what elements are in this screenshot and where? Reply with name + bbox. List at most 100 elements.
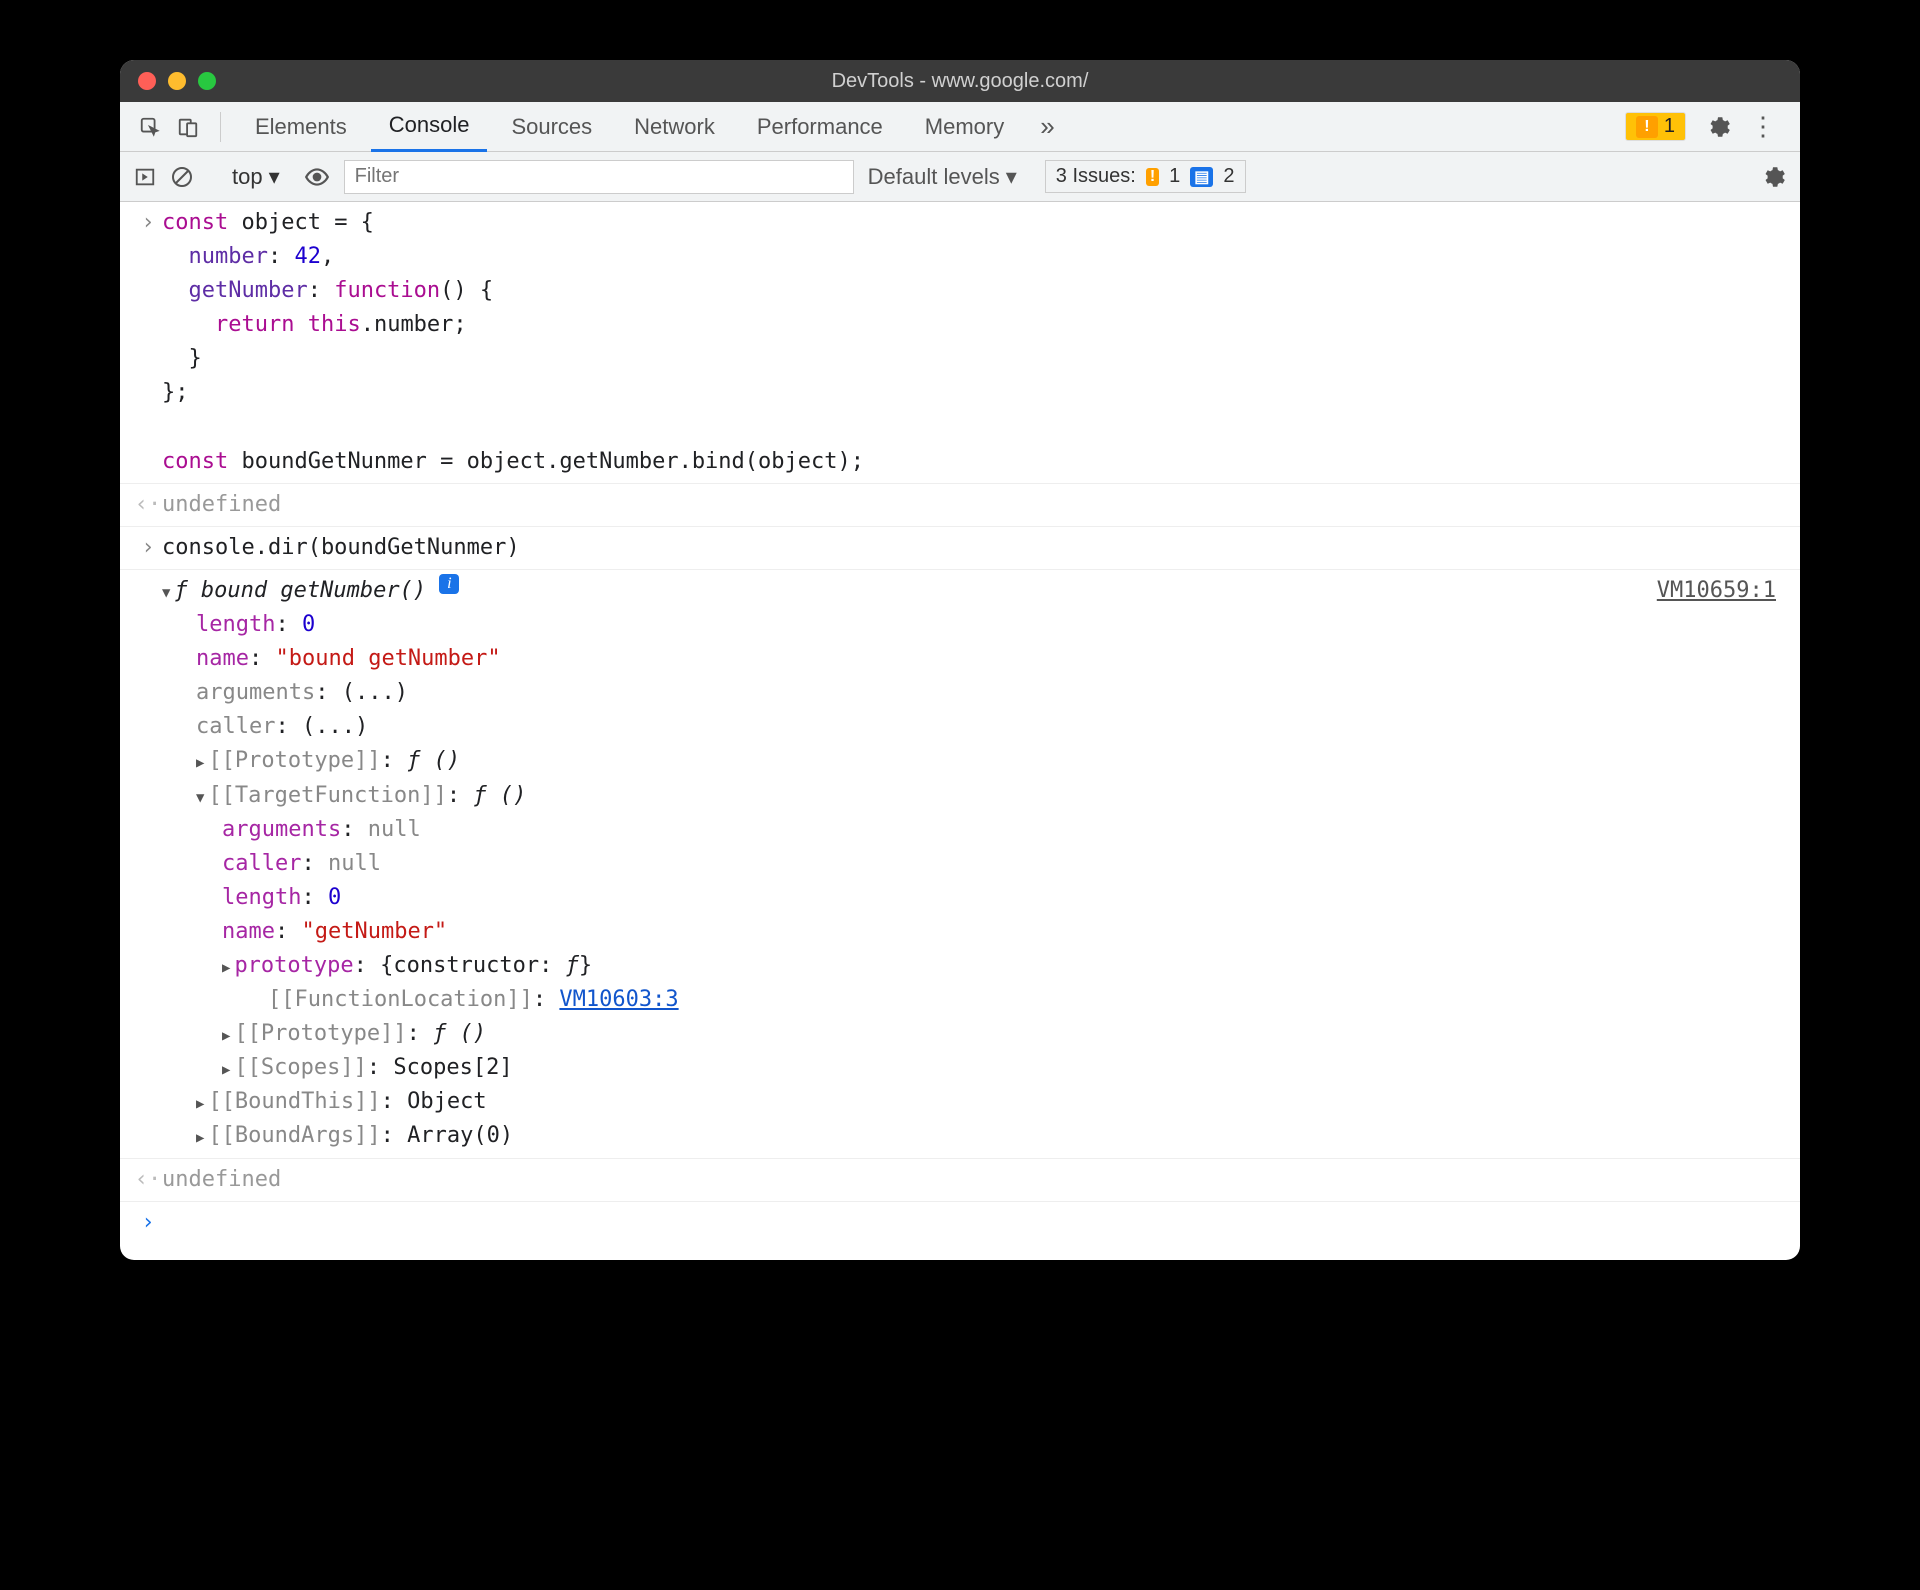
- source-link[interactable]: VM10659:1: [1657, 574, 1786, 608]
- prop-key[interactable]: [[FunctionLocation]]: [268, 987, 533, 1012]
- expand-toggle[interactable]: [222, 953, 234, 978]
- minimize-window-button[interactable]: [168, 72, 186, 90]
- info-icon: ▤: [1190, 167, 1213, 187]
- console-toolbar: top ▾ Default levels ▾ 3 Issues: ! 1 ▤ 2: [120, 152, 1800, 202]
- prop-key[interactable]: [[BoundArgs]]: [208, 1123, 380, 1148]
- prop-value[interactable]: ƒ (): [473, 783, 526, 808]
- prop-key[interactable]: arguments: [222, 817, 341, 842]
- code-entry[interactable]: console.dir(boundGetNunmer): [162, 531, 1786, 565]
- prop-value: "bound getNumber": [275, 646, 500, 671]
- prop-value: 0: [302, 612, 315, 637]
- output-marker-icon: ‹·: [134, 1163, 162, 1197]
- prop-key[interactable]: caller: [196, 714, 275, 739]
- prop-key[interactable]: prototype: [234, 953, 353, 978]
- tab-memory[interactable]: Memory: [907, 102, 1022, 152]
- levels-label: Default levels: [868, 164, 1000, 190]
- console-input-row: › const object = { number: 42, getNumber…: [120, 202, 1800, 484]
- titlebar: DevTools - www.google.com/: [120, 60, 1800, 102]
- expand-toggle[interactable]: [222, 1021, 234, 1046]
- prop-value: 0: [328, 885, 341, 910]
- settings-icon[interactable]: [1702, 111, 1734, 143]
- issues-info-count: 2: [1223, 165, 1234, 188]
- expand-toggle[interactable]: [196, 783, 208, 808]
- device-toolbar-icon[interactable]: [172, 111, 204, 143]
- prop-value[interactable]: ƒ (): [407, 748, 460, 773]
- devtools-window: DevTools - www.google.com/ Elements Cons…: [120, 60, 1800, 1260]
- prop-key[interactable]: [[Scopes]]: [234, 1055, 366, 1080]
- close-window-button[interactable]: [138, 72, 156, 90]
- output-value: undefined: [162, 488, 1786, 522]
- expand-toggle[interactable]: [162, 574, 174, 608]
- prop-key[interactable]: name: [222, 919, 275, 944]
- chevron-down-icon: ▾: [269, 164, 280, 190]
- prop-key[interactable]: [[TargetFunction]]: [208, 783, 446, 808]
- console-settings-icon[interactable]: [1760, 164, 1786, 190]
- prop-key[interactable]: [[BoundThis]]: [208, 1089, 380, 1114]
- context-label: top: [232, 164, 263, 190]
- prop-key[interactable]: caller: [222, 851, 301, 876]
- prop-value: null: [368, 817, 421, 842]
- expand-toggle[interactable]: [196, 1089, 208, 1114]
- prop-value[interactable]: Array(0): [407, 1123, 513, 1148]
- prop-value[interactable]: (...): [342, 680, 408, 705]
- prop-value[interactable]: ƒ (): [433, 1021, 486, 1046]
- traffic-lights: [138, 72, 216, 90]
- console-input-row: › console.dir(boundGetNunmer): [120, 527, 1800, 570]
- source-link[interactable]: VM10603:3: [559, 987, 678, 1012]
- log-levels-selector[interactable]: Default levels ▾: [868, 164, 1017, 190]
- prop-value[interactable]: (...): [302, 714, 368, 739]
- context-selector[interactable]: top ▾: [222, 160, 290, 194]
- tree-header[interactable]: ƒ bound getNumber(): [174, 574, 426, 608]
- tab-performance[interactable]: Performance: [739, 102, 901, 152]
- prompt-marker-icon: ›: [134, 1206, 162, 1240]
- live-expression-icon[interactable]: [304, 164, 330, 190]
- main-tabbar: Elements Console Sources Network Perform…: [120, 102, 1800, 152]
- tab-sources[interactable]: Sources: [493, 102, 610, 152]
- output-marker-icon: ‹·: [134, 488, 162, 522]
- object-tree[interactable]: ƒ bound getNumber() i VM10659:1 length: …: [162, 574, 1786, 1154]
- prop-key[interactable]: arguments: [196, 680, 315, 705]
- input-marker-icon: ›: [134, 531, 162, 565]
- output-value: undefined: [162, 1163, 1786, 1197]
- code-entry[interactable]: const object = { number: 42, getNumber: …: [162, 206, 1786, 479]
- prop-value[interactable]: Scopes[2]: [393, 1055, 512, 1080]
- tab-console[interactable]: Console: [371, 102, 488, 152]
- chevron-down-icon: ▾: [1006, 164, 1017, 190]
- console-input[interactable]: [162, 1206, 1786, 1240]
- prop-key[interactable]: [[Prototype]]: [234, 1021, 406, 1046]
- tab-elements[interactable]: Elements: [237, 102, 365, 152]
- console-prompt-row[interactable]: ›: [120, 1202, 1800, 1260]
- show-sidebar-icon[interactable]: [134, 166, 156, 188]
- output-marker-icon: [134, 574, 162, 1154]
- issues-box[interactable]: 3 Issues: ! 1 ▤ 2: [1045, 160, 1246, 193]
- warning-icon: !: [1146, 168, 1159, 186]
- window-title: DevTools - www.google.com/: [120, 70, 1800, 93]
- filter-input[interactable]: [344, 160, 854, 194]
- prop-key[interactable]: length: [196, 612, 275, 637]
- prop-key[interactable]: name: [196, 646, 249, 671]
- inspect-element-icon[interactable]: [134, 111, 166, 143]
- warning-count: 1: [1664, 115, 1675, 138]
- input-marker-icon: ›: [134, 206, 162, 479]
- prop-value: null: [328, 851, 381, 876]
- prop-value: "getNumber": [301, 919, 447, 944]
- clear-console-icon[interactable]: [170, 165, 194, 189]
- more-options-icon[interactable]: ⋮: [1740, 111, 1786, 142]
- prop-key[interactable]: length: [222, 885, 301, 910]
- info-icon[interactable]: i: [439, 574, 459, 594]
- expand-toggle[interactable]: [196, 1123, 208, 1148]
- expand-toggle[interactable]: [222, 1055, 234, 1080]
- warning-icon: !: [1636, 116, 1658, 138]
- warnings-badge[interactable]: ! 1: [1625, 112, 1686, 141]
- prop-key[interactable]: [[Prototype]]: [208, 748, 380, 773]
- prop-value[interactable]: {constructor:: [380, 953, 565, 978]
- tab-network[interactable]: Network: [616, 102, 733, 152]
- console-body: › const object = { number: 42, getNumber…: [120, 202, 1800, 1260]
- maximize-window-button[interactable]: [198, 72, 216, 90]
- expand-toggle[interactable]: [196, 748, 208, 773]
- prop-value[interactable]: Object: [407, 1089, 486, 1114]
- more-tabs-icon[interactable]: »: [1028, 111, 1066, 142]
- console-output-row: ƒ bound getNumber() i VM10659:1 length: …: [120, 570, 1800, 1159]
- divider: [220, 112, 221, 142]
- console-output-row: ‹· undefined: [120, 484, 1800, 527]
